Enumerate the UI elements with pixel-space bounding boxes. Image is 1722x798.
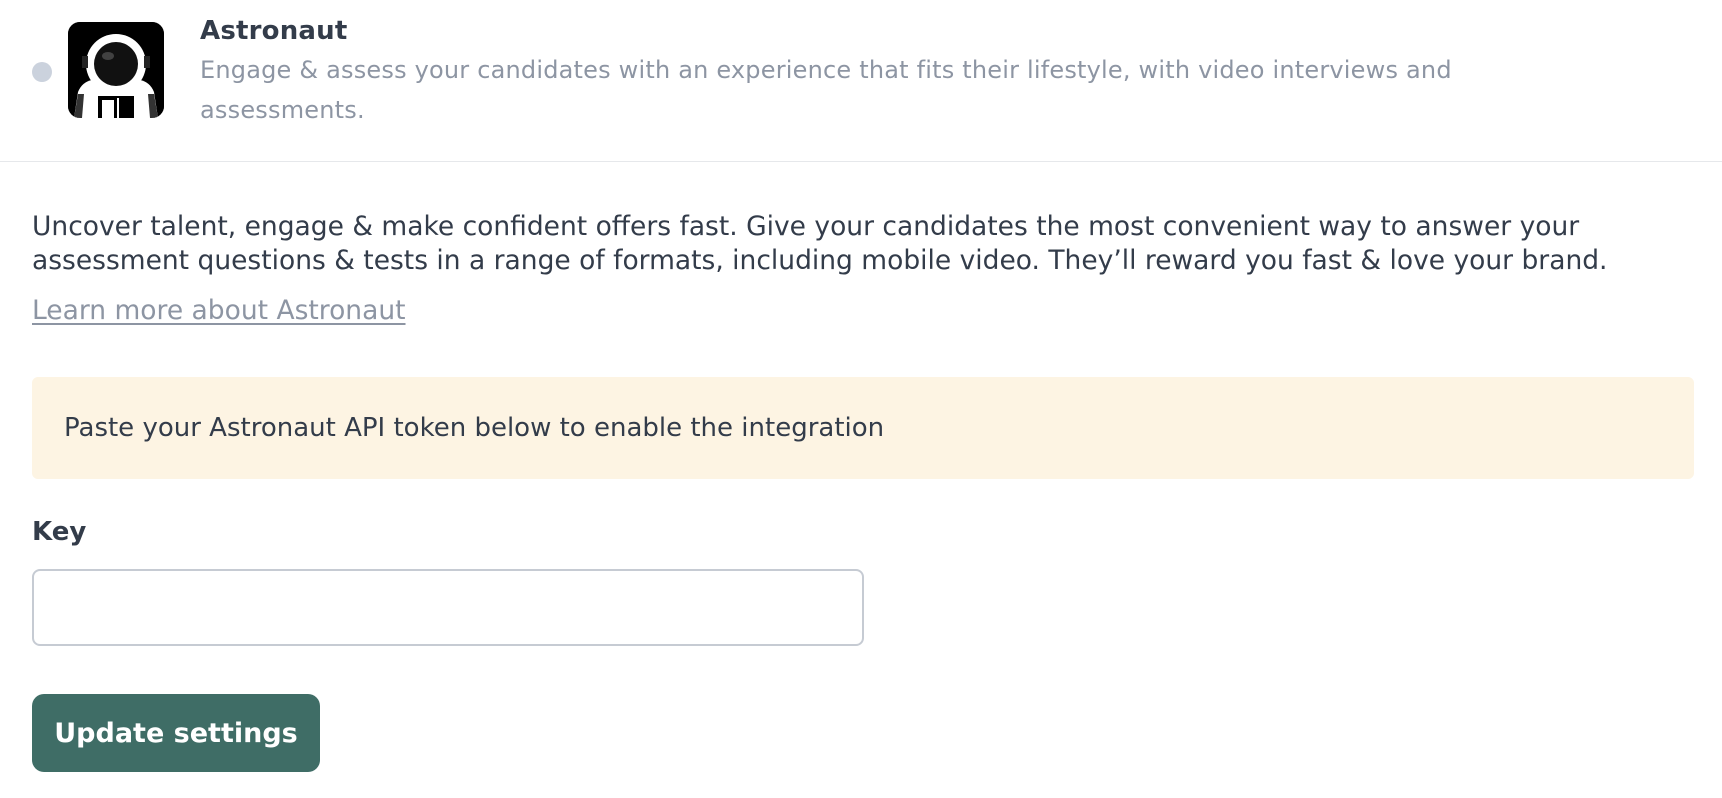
astronaut-logo-icon (68, 22, 164, 118)
api-token-notice: Paste your Astronaut API token below to … (32, 377, 1694, 479)
notice-text: Paste your Astronaut API token below to … (64, 413, 885, 443)
integration-settings-page: Astronaut Engage & assess your candidate… (0, 0, 1722, 798)
integration-tagline: Engage & assess your candidates with an … (200, 56, 1452, 124)
key-field-label: Key (32, 517, 87, 547)
integration-header: Astronaut Engage & assess your candidate… (0, 0, 1722, 162)
integration-description: Uncover talent, engage & make confident … (32, 211, 1608, 276)
learn-more-link[interactable]: Learn more about Astronaut (32, 295, 406, 326)
update-settings-button[interactable]: Update settings (32, 694, 320, 772)
key-input[interactable] (32, 569, 864, 646)
integration-title: Astronaut (200, 16, 348, 46)
status-indicator (32, 62, 52, 82)
